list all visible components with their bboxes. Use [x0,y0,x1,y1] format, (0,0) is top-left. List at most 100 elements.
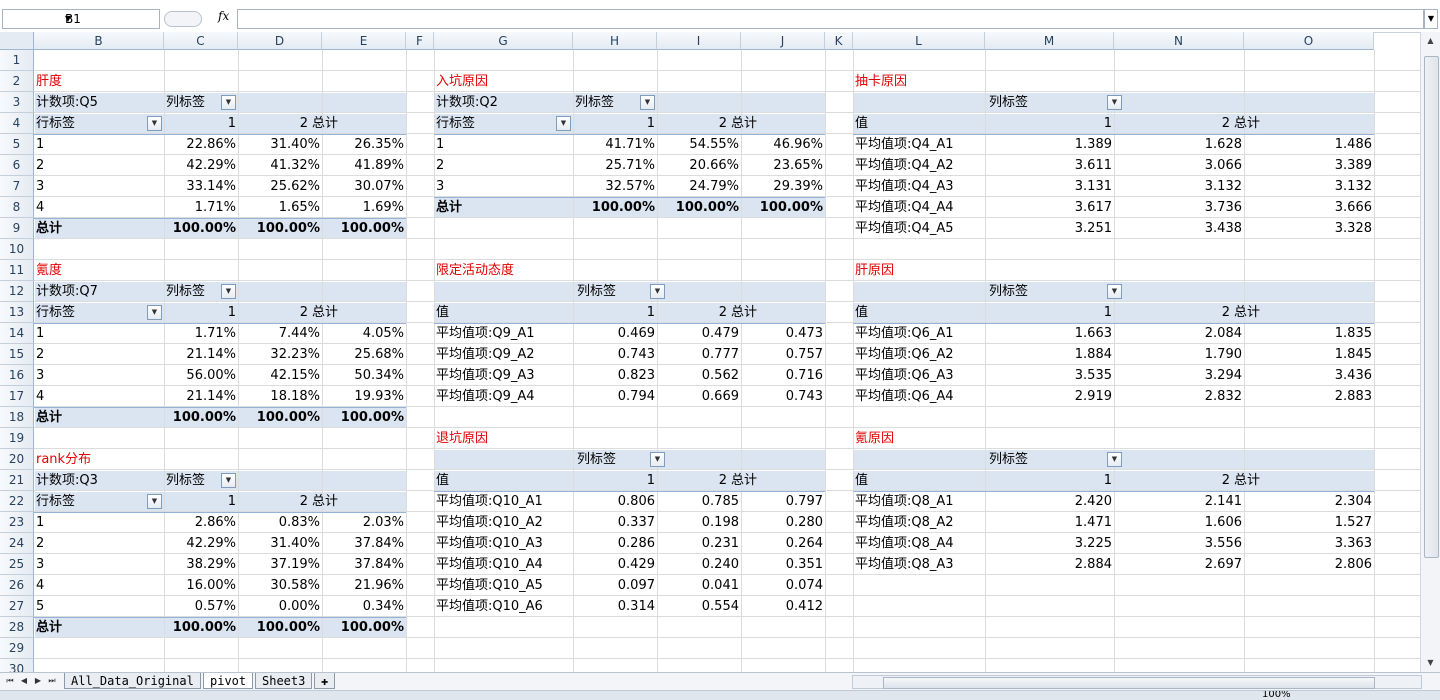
value-cell: 0.757 [785,347,823,362]
column-header-h[interactable]: H [573,32,657,50]
pivot-title: 入坑原因 [436,74,489,89]
first-sheet-icon[interactable]: ⏮ [4,674,16,688]
value-cell: 3.294 [1204,368,1242,383]
row-header[interactable]: 28 [0,617,34,638]
row-header[interactable]: 16 [0,365,34,386]
value-cell: 0.469 [617,326,655,341]
value-cell: 1.663 [1074,326,1112,341]
column-header-e[interactable]: E [322,32,406,50]
row-header[interactable]: 8 [0,197,34,218]
horizontal-scrollbar[interactable] [852,675,1422,689]
column-filter-icon[interactable]: ▼ [650,452,665,467]
column-filter-icon[interactable]: ▼ [1107,452,1122,467]
column-header-n[interactable]: N [1114,32,1244,50]
value-cell: 37.19% [270,557,320,572]
row-header[interactable]: 22 [0,491,34,512]
value-cell: 2.884 [1074,557,1112,572]
value-cell: 0.041 [701,578,739,593]
column-filter-icon[interactable]: ▼ [221,95,236,110]
column-header-c[interactable]: C [164,32,238,50]
sheet-tab-sheet3[interactable]: Sheet3 [255,673,313,689]
value-cell: 16.00% [186,578,236,593]
scroll-down-icon[interactable]: ▼ [1424,656,1437,669]
row-header[interactable]: 29 [0,638,34,659]
column-label-header: 列标签 [989,284,1029,299]
row-header[interactable]: 7 [0,176,34,197]
row-label: 平均值项:Q8_A1 [855,494,954,509]
insert-function-icon[interactable]: fx [218,9,229,23]
row-filter-icon[interactable]: ▼ [147,116,162,131]
worksheet-grid[interactable]: B C D E F G H I J K L M N O 1 2 3 4 5 6 7 8 9 10 11 12 13 14 15 16 17 1… [0,32,1420,672]
sheet-tab-all_data_original[interactable]: All_Data_Original [64,673,201,689]
row-header[interactable]: 12 [0,281,34,302]
column-header-d[interactable]: D [238,32,322,50]
chevron-down-icon[interactable]: ▼ [65,10,156,28]
column-header-b[interactable]: B [34,32,164,50]
column-filter-icon[interactable]: ▼ [650,284,665,299]
row-header[interactable]: 17 [0,386,34,407]
scroll-thumb[interactable] [1424,56,1439,558]
row-header[interactable]: 19 [0,428,34,449]
row-header[interactable]: 18 [0,407,34,428]
name-box[interactable]: B1 ▼ [2,9,160,29]
column-header-total: 总计 [1234,473,1261,488]
value-cell: 1.606 [1204,515,1242,530]
formula-cancel-pill[interactable] [164,11,202,27]
row-header[interactable]: 25 [0,554,34,575]
row-header[interactable]: 13 [0,302,34,323]
row-header[interactable]: 23 [0,512,34,533]
column-header-l[interactable]: L [853,32,985,50]
expand-formula-bar-icon[interactable]: ▼ [1424,9,1438,29]
value-cell: 54.55% [689,137,739,152]
row-filter-icon[interactable]: ▼ [147,494,162,509]
column-header-i[interactable]: I [657,32,741,50]
row-header[interactable]: 20 [0,449,34,470]
row-header[interactable]: 5 [0,134,34,155]
grand-total-value: 100.00% [591,200,655,215]
grand-total-value: 100.00% [256,410,320,425]
row-header[interactable]: 3 [0,92,34,113]
row-header[interactable]: 21 [0,470,34,491]
row-filter-icon[interactable]: ▼ [556,116,571,131]
last-sheet-icon[interactable]: ⏭ [46,674,58,688]
column-header-m[interactable]: M [985,32,1114,50]
value-cell: 1.71% [194,326,236,341]
row-header[interactable]: 2 [0,71,34,92]
row-header[interactable]: 6 [0,155,34,176]
row-header[interactable]: 24 [0,533,34,554]
column-filter-icon[interactable]: ▼ [640,95,655,110]
column-header-k[interactable]: K [825,32,853,50]
column-filter-icon[interactable]: ▼ [1107,95,1122,110]
pivot-title: 限定活动态度 [436,263,515,278]
column-header-o[interactable]: O [1244,32,1374,50]
column-header-j[interactable]: J [741,32,825,50]
row-header[interactable]: 27 [0,596,34,617]
prev-sheet-icon[interactable]: ◀ [18,674,30,688]
column-filter-icon[interactable]: ▼ [221,473,236,488]
column-header-g[interactable]: G [434,32,573,50]
row-header[interactable]: 14 [0,323,34,344]
insert-sheet-icon[interactable]: ✚ [314,673,336,689]
row-header[interactable]: 11 [0,260,34,281]
row-header[interactable]: 1 [0,50,34,71]
value-cell: 0.429 [617,557,655,572]
row-header[interactable]: 9 [0,218,34,239]
hscroll-thumb[interactable] [883,677,1375,689]
row-header[interactable]: 26 [0,575,34,596]
formula-input[interactable] [237,9,1424,29]
select-all-corner[interactable] [0,32,34,50]
column-header-f[interactable]: F [406,32,434,50]
scroll-up-icon[interactable]: ▲ [1424,34,1437,47]
value-cell: 3.066 [1204,158,1242,173]
next-sheet-icon[interactable]: ▶ [32,674,44,688]
row-header[interactable]: 10 [0,239,34,260]
column-filter-icon[interactable]: ▼ [1107,284,1122,299]
row-header[interactable]: 4 [0,113,34,134]
sheet-tab-pivot[interactable]: pivot [203,673,254,689]
row-header[interactable]: 15 [0,344,34,365]
column-filter-icon[interactable]: ▼ [221,284,236,299]
row-header[interactable]: 30 [0,659,34,672]
row-filter-icon[interactable]: ▼ [147,305,162,320]
value-cell: 32.57% [605,179,655,194]
vertical-scrollbar[interactable]: ▲ ▼ [1420,32,1440,672]
